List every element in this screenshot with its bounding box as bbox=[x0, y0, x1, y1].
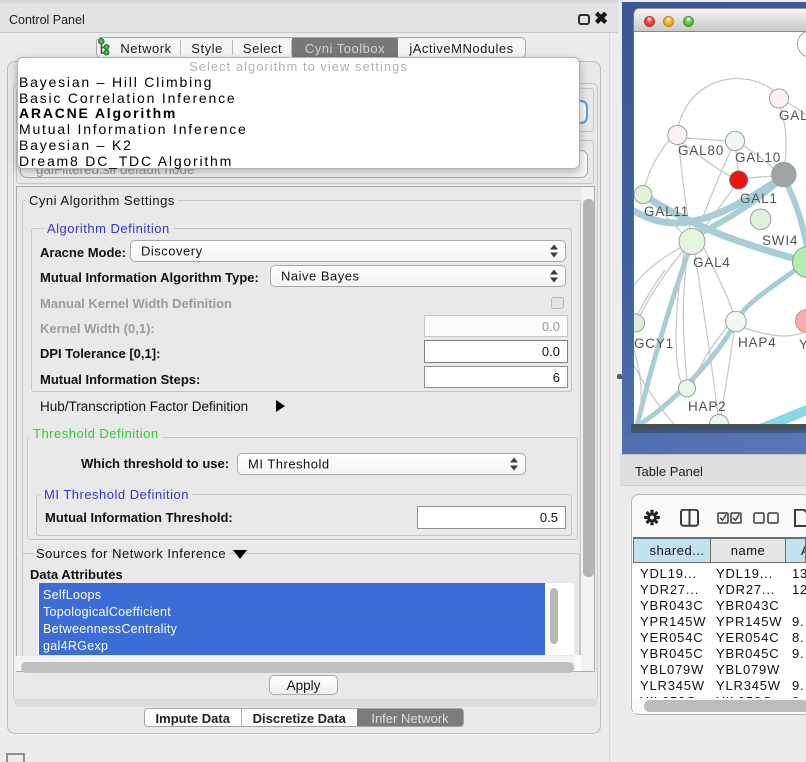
svg-text:HAP4: HAP4 bbox=[738, 335, 776, 350]
svg-text:GAL80: GAL80 bbox=[678, 143, 724, 158]
svg-text:HAP2: HAP2 bbox=[688, 399, 726, 414]
svg-text:GAL11: GAL11 bbox=[644, 204, 689, 219]
svg-text:GAL2: GAL2 bbox=[779, 108, 806, 123]
svg-text:GCY1: GCY1 bbox=[634, 336, 674, 351]
svg-text:Y: Y bbox=[799, 337, 806, 352]
svg-text:GAL4: GAL4 bbox=[693, 255, 731, 270]
svg-text:SWI4: SWI4 bbox=[762, 233, 798, 248]
svg-text:GAL10: GAL10 bbox=[735, 150, 781, 165]
svg-text:GAL1: GAL1 bbox=[740, 191, 778, 206]
